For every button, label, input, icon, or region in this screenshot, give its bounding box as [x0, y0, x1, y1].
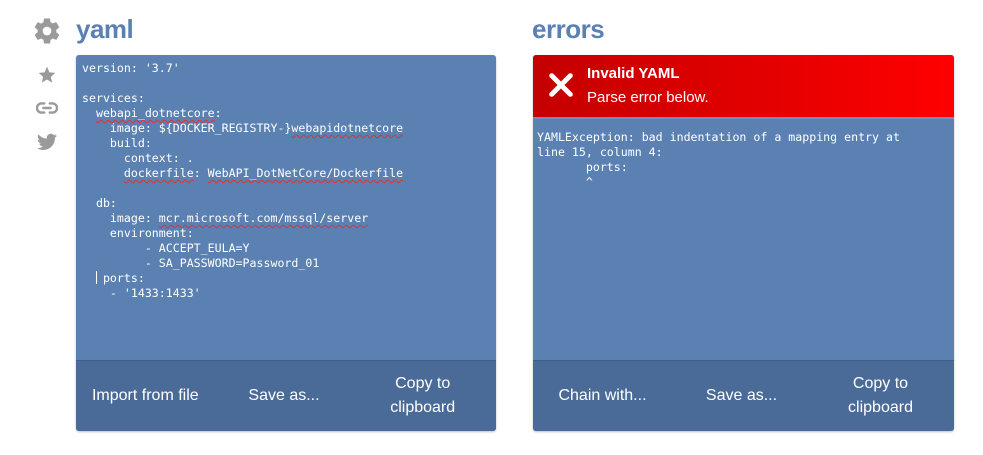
code-line: environment:: [82, 226, 194, 240]
error-message: YAMLException: bad indentation of a mapp…: [537, 130, 900, 189]
link-icon[interactable]: [36, 100, 58, 116]
yaml-panel-footer: Import from file Save as... Copy to clip…: [76, 360, 496, 431]
error-banner: Invalid YAML Parse error below.: [533, 55, 954, 119]
copy-button-line: clipboard: [848, 399, 913, 416]
code-line: version: '3.7': [82, 61, 180, 75]
code-line: dockerfile: WebAPI_DotNetCore/Dockerfile: [123, 166, 404, 180]
errors-panel-footer: Chain with... Save as... Copy to clipboa…: [533, 360, 954, 431]
yaml-panel: version: '3.7' services: webapi_dotnetco…: [76, 55, 496, 431]
copy-button-line: clipboard: [390, 399, 456, 416]
errors-panel-title: errors: [532, 14, 605, 44]
close-icon: [549, 73, 573, 97]
code-line: build:: [82, 136, 152, 150]
error-subtitle: Parse error below.: [587, 89, 709, 106]
code-line: context: .: [82, 151, 194, 165]
copy-button-line: Copy to: [395, 375, 451, 392]
gear-icon[interactable]: [32, 16, 62, 46]
code-line: ports:: [95, 271, 145, 285]
code-line: image: ${DOCKER_REGISTRY-}webapidotnetco…: [82, 121, 404, 135]
import-from-file-button[interactable]: Import from file: [76, 384, 215, 408]
twitter-icon[interactable]: [37, 133, 57, 151]
save-as-button[interactable]: Save as...: [672, 384, 811, 408]
code-line: - SA_PASSWORD=Password_01: [82, 256, 320, 270]
star-icon[interactable]: [37, 65, 57, 85]
yaml-editor[interactable]: version: '3.7' services: webapi_dotnetco…: [76, 55, 496, 301]
chain-with-button[interactable]: Chain with...: [533, 384, 672, 408]
code-line: image: mcr.microsoft.com/mssql/server: [82, 211, 369, 225]
code-line: services:: [82, 91, 145, 105]
code-line: - '1433:1433': [82, 286, 201, 300]
copy-to-clipboard-button[interactable]: Copy to clipboard: [811, 372, 954, 420]
copy-to-clipboard-button[interactable]: Copy to clipboard: [353, 372, 496, 420]
save-as-button[interactable]: Save as...: [215, 384, 354, 408]
code-line: webapi_dotnetcore:: [95, 106, 222, 120]
yaml-panel-title: yaml: [76, 14, 134, 44]
code-line: db:: [82, 196, 117, 210]
errors-panel: Invalid YAML Parse error below. YAMLExce…: [533, 55, 954, 431]
code-line: - ACCEPT_EULA=Y: [82, 241, 250, 255]
copy-button-line: Copy to: [852, 375, 909, 392]
error-title: Invalid YAML: [587, 65, 680, 82]
